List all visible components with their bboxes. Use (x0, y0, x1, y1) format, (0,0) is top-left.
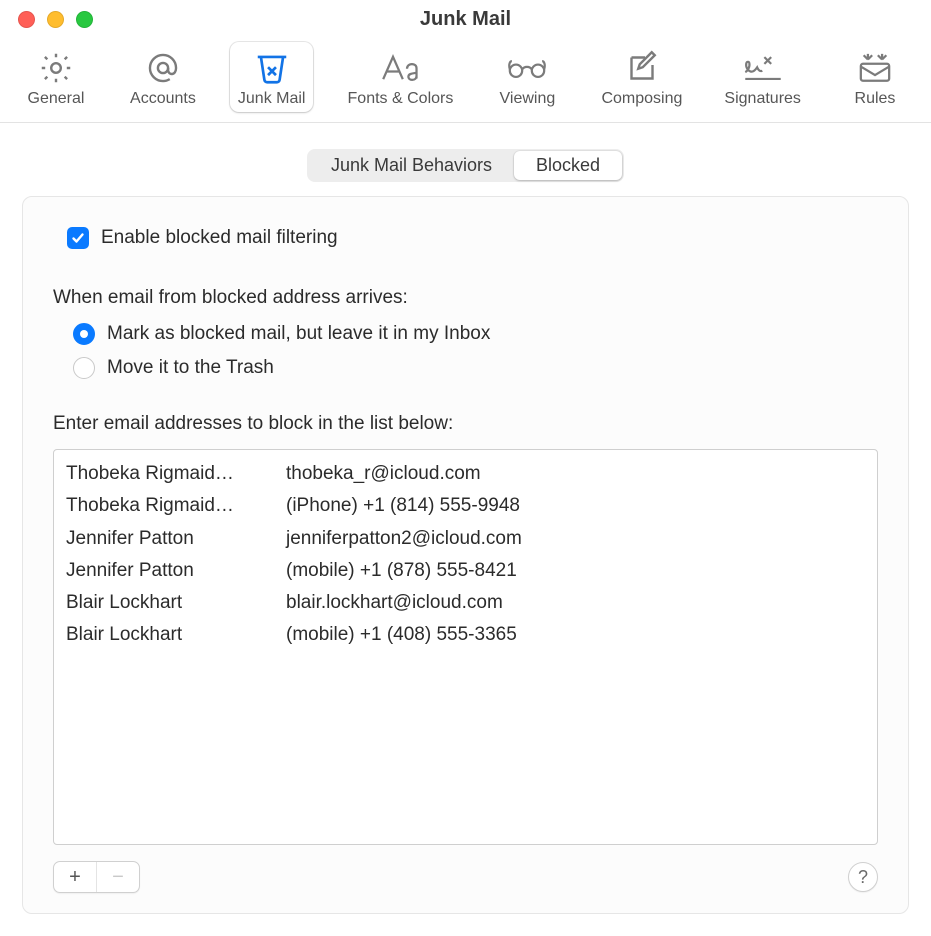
contact-detail: thobeka_r@icloud.com (286, 458, 865, 490)
gear-icon (34, 48, 78, 88)
radio-move-trash[interactable] (73, 357, 95, 379)
minimize-window-button[interactable] (47, 11, 64, 28)
help-button[interactable]: ? (848, 862, 878, 892)
contact-detail: blair.lockhart@icloud.com (286, 587, 865, 619)
option-move-trash[interactable]: Move it to the Trash (73, 357, 878, 379)
list-item[interactable]: Thobeka Rigmaid… (iPhone) +1 (814) 555-9… (66, 490, 865, 522)
contact-name: Thobeka Rigmaid… (66, 490, 286, 522)
tab-general[interactable]: General (16, 42, 96, 112)
add-remove-control: + − (53, 861, 140, 893)
zoom-window-button[interactable] (76, 11, 93, 28)
help-icon: ? (858, 867, 868, 888)
signature-icon (741, 48, 785, 88)
tab-rules[interactable]: Rules (835, 42, 915, 112)
titlebar: Junk Mail (0, 0, 931, 38)
list-heading: Enter email addresses to block in the li… (53, 413, 878, 435)
option-mark-blocked[interactable]: Mark as blocked mail, but leave it in my… (73, 323, 878, 345)
minus-icon: − (112, 866, 124, 889)
close-window-button[interactable] (18, 11, 35, 28)
tab-label: Viewing (500, 90, 556, 108)
contact-detail: (mobile) +1 (408) 555-3365 (286, 619, 865, 651)
list-item[interactable]: Blair Lockhart blair.lockhart@icloud.com (66, 587, 865, 619)
fonts-icon (378, 48, 422, 88)
tab-label: Accounts (130, 90, 196, 108)
tab-accounts[interactable]: Accounts (122, 42, 204, 112)
list-item[interactable]: Blair Lockhart (mobile) +1 (408) 555-336… (66, 619, 865, 651)
contact-detail: (iPhone) +1 (814) 555-9948 (286, 490, 865, 522)
contact-name: Blair Lockhart (66, 587, 286, 619)
blocked-list[interactable]: Thobeka Rigmaid… thobeka_r@icloud.com Th… (53, 449, 878, 845)
plus-icon: + (69, 866, 81, 889)
arrives-heading: When email from blocked address arrives: (53, 287, 878, 309)
contact-name: Jennifer Patton (66, 523, 286, 555)
tab-label: Fonts & Colors (348, 90, 454, 108)
contact-name: Thobeka Rigmaid… (66, 458, 286, 490)
compose-icon (620, 48, 664, 88)
list-item[interactable]: Thobeka Rigmaid… thobeka_r@icloud.com (66, 458, 865, 490)
sub-tabs: Junk Mail Behaviors Blocked (22, 149, 909, 182)
tab-label: General (28, 90, 85, 108)
add-button[interactable]: + (54, 862, 96, 892)
tab-fonts-colors[interactable]: Fonts & Colors (340, 42, 462, 112)
list-item[interactable]: Jennifer Patton (mobile) +1 (878) 555-84… (66, 555, 865, 587)
rules-icon (853, 48, 897, 88)
list-item[interactable]: Jennifer Patton jenniferpatton2@icloud.c… (66, 523, 865, 555)
blocked-panel: Enable blocked mail filtering When email… (22, 196, 909, 914)
enable-blocked-label: Enable blocked mail filtering (101, 227, 338, 249)
option-label: Mark as blocked mail, but leave it in my… (107, 323, 490, 345)
subtab-blocked[interactable]: Blocked (514, 151, 622, 180)
option-label: Move it to the Trash (107, 357, 274, 379)
preferences-toolbar: General Accounts Junk Mail (0, 38, 931, 123)
contact-name: Blair Lockhart (66, 619, 286, 651)
tab-composing[interactable]: Composing (593, 42, 690, 112)
remove-button[interactable]: − (97, 862, 139, 892)
tab-label: Signatures (724, 90, 801, 108)
enable-blocked-checkbox[interactable] (67, 227, 89, 249)
contact-detail: jenniferpatton2@icloud.com (286, 523, 865, 555)
enable-blocked-filtering-row[interactable]: Enable blocked mail filtering (67, 227, 878, 249)
tab-label: Junk Mail (238, 90, 306, 108)
window-title: Junk Mail (0, 8, 931, 31)
contact-detail: (mobile) +1 (878) 555-8421 (286, 555, 865, 587)
window-controls (0, 11, 93, 28)
glasses-icon (505, 48, 549, 88)
at-icon (141, 48, 185, 88)
contact-name: Jennifer Patton (66, 555, 286, 587)
content-area: Junk Mail Behaviors Blocked Enable block… (0, 123, 931, 936)
tab-viewing[interactable]: Viewing (487, 42, 567, 112)
tab-label: Rules (855, 90, 896, 108)
tab-junk-mail[interactable]: Junk Mail (230, 42, 314, 112)
junk-bin-icon (250, 48, 294, 88)
subtab-behaviors[interactable]: Junk Mail Behaviors (309, 151, 514, 180)
preferences-window: Junk Mail General Accounts (0, 0, 931, 936)
radio-mark-blocked[interactable] (73, 323, 95, 345)
panel-footer: + − ? (53, 861, 878, 893)
arrives-options: Mark as blocked mail, but leave it in my… (73, 323, 878, 379)
tab-label: Composing (601, 90, 682, 108)
tab-signatures[interactable]: Signatures (716, 42, 809, 112)
